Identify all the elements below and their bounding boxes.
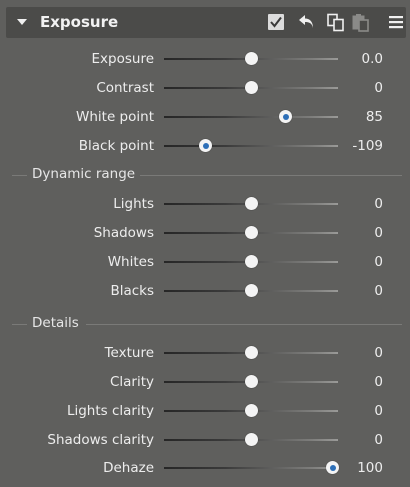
slider-row-exposure: Exposure 0.0	[0, 49, 410, 69]
slider-row-lights-clarity: Lights clarity 0	[0, 401, 410, 421]
slider-value[interactable]: 0	[374, 225, 383, 241]
slider-knob[interactable]	[244, 284, 258, 297]
slider-label: Blacks	[110, 283, 154, 299]
slider-knob[interactable]	[279, 110, 293, 123]
slider-row-contrast: Contrast 0	[0, 78, 410, 98]
slider-value[interactable]: 100	[357, 460, 383, 476]
slider-label: Exposure	[91, 51, 155, 67]
slider-label: White point	[76, 109, 154, 125]
slider-knob[interactable]	[244, 226, 258, 239]
slider-knob[interactable]	[244, 433, 258, 446]
slider-row-clarity: Clarity 0	[0, 372, 410, 392]
reset-icon[interactable]	[297, 13, 317, 31]
slider-row-dehaze: Dehaze 100	[0, 458, 410, 478]
exposure-panel-header[interactable]: Exposure	[6, 7, 406, 38]
slider-row-whites: Whites 0	[0, 252, 410, 272]
slider-value[interactable]: 0	[374, 196, 383, 212]
slider-knob[interactable]	[244, 404, 258, 417]
slider-knob[interactable]	[244, 197, 258, 210]
slider-knob[interactable]	[244, 81, 258, 94]
slider-row-blacks: Blacks 0	[0, 281, 410, 301]
section-divider	[12, 175, 27, 176]
slider-value[interactable]: 85	[366, 109, 383, 125]
paste-icon[interactable]	[351, 13, 371, 33]
section-divider	[12, 324, 27, 325]
slider-value[interactable]: 0.0	[362, 51, 383, 67]
slider-knob[interactable]	[244, 375, 258, 388]
slider-value[interactable]: -109	[352, 138, 383, 154]
section-divider	[86, 324, 402, 325]
slider-label: Lights clarity	[66, 403, 154, 419]
collapse-arrow-icon[interactable]	[17, 19, 27, 25]
slider-label: Black point	[78, 138, 154, 154]
slider-value[interactable]: 0	[374, 345, 383, 361]
slider-label: Texture	[104, 345, 154, 361]
slider-knob[interactable]	[244, 255, 258, 268]
section-header-details: Details	[0, 314, 410, 334]
slider-value[interactable]: 0	[374, 432, 383, 448]
slider-value[interactable]: 0	[374, 283, 383, 299]
slider-row-black-point: Black point -109	[0, 136, 410, 156]
panel-title: Exposure	[40, 13, 119, 31]
section-title: Details	[32, 315, 79, 331]
slider-row-white-point: White point 85	[0, 107, 410, 127]
slider-knob[interactable]	[326, 461, 340, 474]
slider-value[interactable]: 0	[374, 403, 383, 419]
slider-track[interactable]	[164, 116, 338, 118]
slider-knob[interactable]	[199, 139, 213, 152]
slider-row-lights: Lights 0	[0, 194, 410, 214]
slider-value[interactable]: 0	[374, 374, 383, 390]
slider-label: Lights	[113, 196, 154, 212]
copy-icon[interactable]	[326, 13, 346, 33]
enable-checkbox[interactable]	[268, 14, 284, 30]
slider-track[interactable]	[164, 145, 338, 147]
slider-label: Dehaze	[103, 460, 154, 476]
slider-label: Contrast	[96, 80, 154, 96]
slider-knob[interactable]	[244, 346, 258, 359]
slider-row-shadows-clarity: Shadows clarity 0	[0, 430, 410, 450]
slider-label: Shadows	[93, 225, 154, 241]
checkmark-icon	[270, 16, 282, 28]
section-header-dynamic-range: Dynamic range	[0, 165, 410, 185]
menu-icon[interactable]	[388, 13, 404, 31]
slider-track[interactable]	[164, 467, 338, 469]
slider-value[interactable]: 0	[374, 80, 383, 96]
section-divider	[140, 175, 402, 176]
section-title: Dynamic range	[32, 166, 136, 182]
slider-value[interactable]: 0	[374, 254, 383, 270]
slider-label: Clarity	[109, 374, 154, 390]
slider-knob[interactable]	[244, 52, 258, 65]
slider-label: Whites	[107, 254, 154, 270]
slider-row-shadows: Shadows 0	[0, 223, 410, 243]
slider-row-texture: Texture 0	[0, 343, 410, 363]
slider-label: Shadows clarity	[47, 432, 154, 448]
